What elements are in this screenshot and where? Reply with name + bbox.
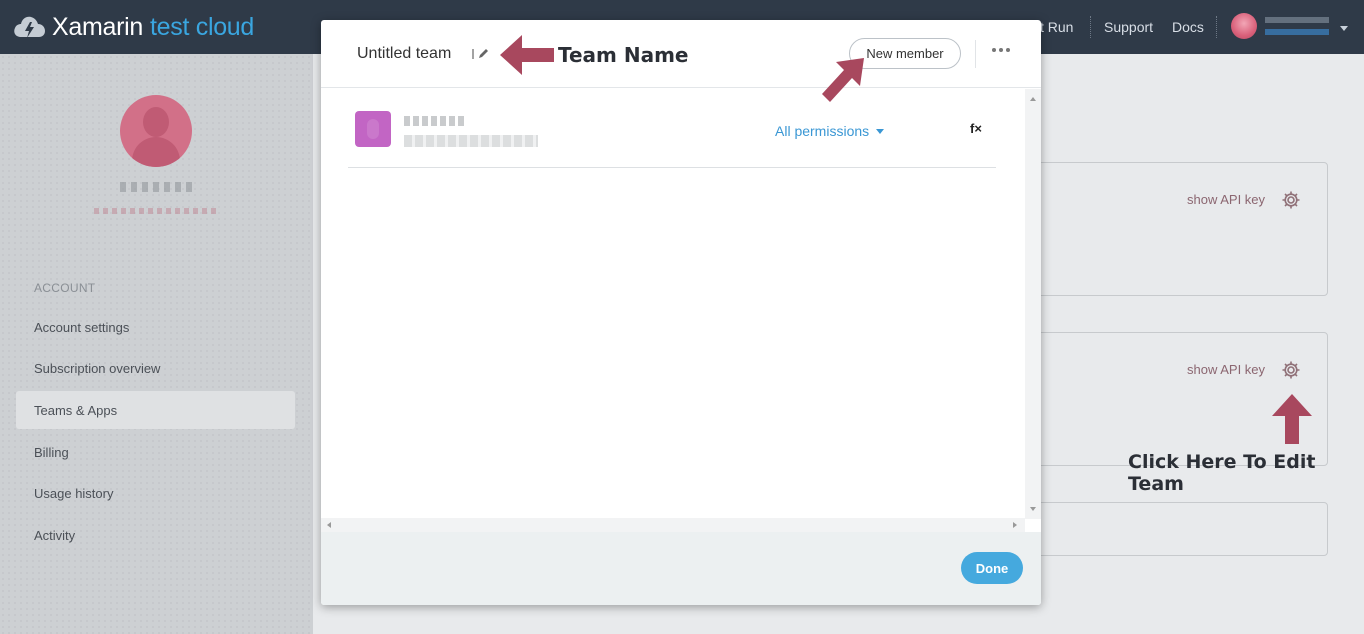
member-name-redacted <box>404 116 466 126</box>
annotation-arrow-left-icon <box>500 35 554 75</box>
team-name-title[interactable]: Untitled team <box>357 45 451 63</box>
user-name-redacted[interactable] <box>1265 17 1329 23</box>
annotation-edit-team: Click Here To Edit Team <box>1128 451 1316 495</box>
caret-down-icon <box>876 128 885 134</box>
member-avatar <box>355 111 391 147</box>
sidebar-item-activity[interactable]: Activity <box>16 516 295 554</box>
logo-sub-text: test cloud <box>150 12 255 41</box>
permissions-label: All permissions <box>775 123 870 139</box>
nav-test-run[interactable]: t Run <box>1040 0 1073 54</box>
horizontal-scrollbar[interactable] <box>321 518 1025 532</box>
annotation-team-name: Team Name <box>558 43 689 67</box>
more-options-icon[interactable] <box>992 48 1010 52</box>
profile-name-redacted <box>120 182 192 192</box>
nav-support[interactable]: Support <box>1104 0 1153 54</box>
dot <box>999 48 1003 52</box>
user-avatar[interactable] <box>1231 13 1257 39</box>
header-divider <box>975 40 976 68</box>
nav-divider <box>1216 16 1217 38</box>
gear-icon[interactable] <box>1281 190 1301 210</box>
scroll-up-icon[interactable] <box>1030 97 1036 101</box>
show-api-key-link[interactable]: show API key <box>1187 192 1265 207</box>
sidebar-heading: ACCOUNT <box>34 281 96 295</box>
app-logo[interactable]: Xamarin test cloud <box>12 12 254 42</box>
sidebar-item-usage-history[interactable]: Usage history <box>16 474 295 512</box>
person-body-shape <box>132 137 180 167</box>
scroll-left-icon[interactable] <box>327 522 331 528</box>
permissions-dropdown[interactable]: All permissions <box>775 123 885 139</box>
user-email-redacted[interactable] <box>1265 29 1329 35</box>
member-email-redacted <box>404 135 538 147</box>
team-card <box>1000 162 1328 296</box>
dialog-footer: Done <box>321 532 1041 605</box>
pencil-icon[interactable] <box>472 47 490 61</box>
annotation-arrow-up-right-icon <box>822 58 864 102</box>
vertical-scrollbar[interactable] <box>1025 89 1041 519</box>
edit-team-dialog: Untitled team New member All permissions… <box>321 20 1041 605</box>
profile-email-redacted <box>94 208 218 214</box>
team-card <box>1000 502 1328 556</box>
nav-docs[interactable]: Docs <box>1172 0 1204 54</box>
scroll-down-icon[interactable] <box>1030 507 1036 511</box>
sidebar-item-billing[interactable]: Billing <box>16 433 295 471</box>
sidebar: ACCOUNT Account settings Subscription ov… <box>0 54 313 634</box>
cloud-logo-icon <box>14 16 45 38</box>
remove-member-icon[interactable]: f× <box>970 121 982 136</box>
person-head-shape <box>143 107 169 137</box>
logo-main-text: Xamarin <box>52 12 143 41</box>
scroll-right-icon[interactable] <box>1013 522 1017 528</box>
profile-avatar <box>120 95 192 167</box>
sidebar-item-account-settings[interactable]: Account settings <box>16 308 295 346</box>
nav-divider <box>1090 16 1091 38</box>
sidebar-item-teams-apps[interactable]: Teams & Apps <box>16 391 295 429</box>
gear-icon[interactable] <box>1281 360 1301 380</box>
dot <box>1006 48 1010 52</box>
done-button[interactable]: Done <box>961 552 1023 584</box>
sidebar-item-subscription-overview[interactable]: Subscription overview <box>16 349 295 387</box>
chevron-down-icon[interactable] <box>1340 26 1348 31</box>
annotation-arrow-up-icon <box>1272 394 1312 444</box>
dot <box>992 48 996 52</box>
show-api-key-link[interactable]: show API key <box>1187 362 1265 377</box>
member-row: All permissions f× <box>348 106 996 168</box>
